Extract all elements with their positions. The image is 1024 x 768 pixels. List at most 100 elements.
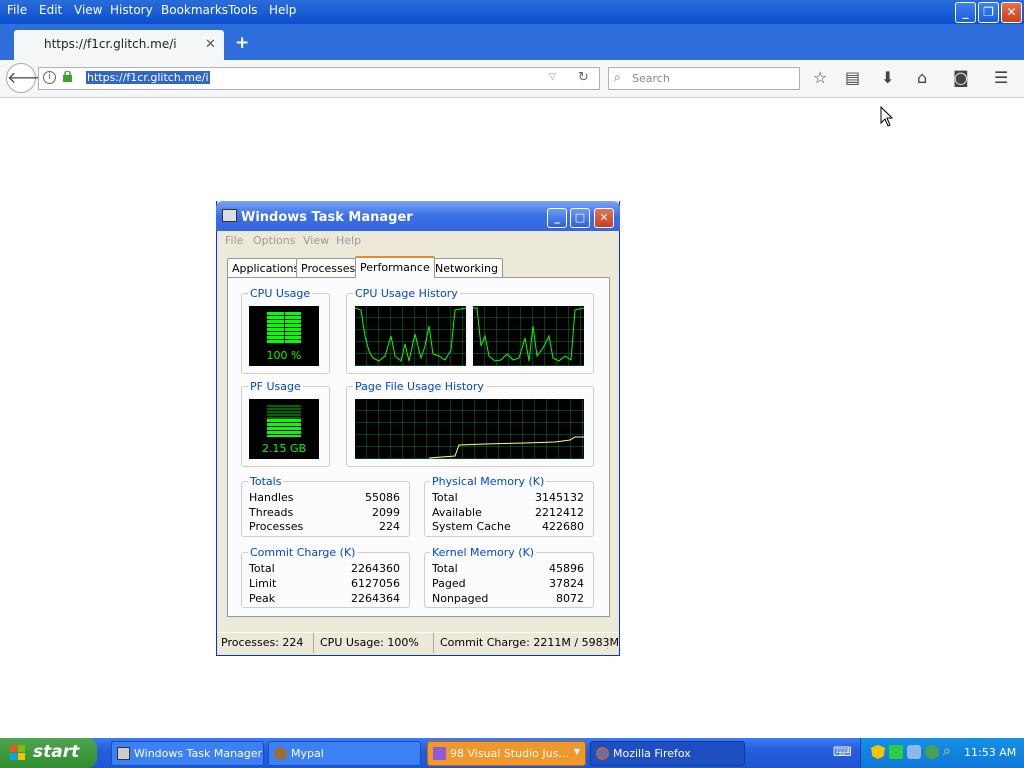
km-total-label: Total bbox=[432, 562, 458, 575]
resize-grip-icon[interactable]: ⋰ bbox=[606, 641, 615, 651]
search-input[interactable]: Search bbox=[632, 72, 670, 85]
pm-available-label: Available bbox=[432, 506, 482, 519]
visual-studio-icon bbox=[433, 747, 446, 760]
km-nonpaged-label: Nonpaged bbox=[432, 592, 489, 605]
firefox-menubar bbox=[0, 0, 1024, 24]
url-text[interactable]: https://f1cr.glitch.me/i bbox=[86, 71, 210, 84]
cpu-history-graph-1 bbox=[355, 306, 466, 366]
commit-charge-label: Commit Charge (K) bbox=[248, 546, 358, 559]
reading-list-icon[interactable]: ▤ bbox=[845, 68, 860, 87]
close-button[interactable]: ✕ bbox=[1001, 2, 1022, 23]
status-processes: Processes: 224 bbox=[221, 636, 304, 649]
tm-menu-help[interactable]: Help bbox=[336, 234, 361, 247]
cpu-usage-value: 100 % bbox=[266, 349, 302, 362]
physical-memory-label: Physical Memory (K) bbox=[430, 475, 547, 488]
km-paged-label: Paged bbox=[432, 577, 466, 590]
status-divider bbox=[313, 633, 314, 653]
cc-limit-label: Limit bbox=[249, 577, 277, 590]
taskbar-visual-studio[interactable]: 98 Visual Studio Jus... ▼ bbox=[427, 741, 586, 766]
restore-button[interactable]: ❐ bbox=[978, 2, 999, 23]
menu-edit[interactable]: Edit bbox=[39, 3, 62, 17]
status-divider bbox=[433, 633, 434, 653]
handles-value: 55086 bbox=[365, 491, 400, 504]
info-icon[interactable]: i bbox=[43, 71, 56, 84]
tab-processes[interactable]: Processes bbox=[296, 258, 361, 277]
tm-menu-file[interactable]: File bbox=[225, 234, 243, 247]
group-dropdown-icon[interactable]: ▼ bbox=[574, 747, 580, 756]
pf-usage-meter: 2.15 GB bbox=[249, 399, 319, 459]
cpu-history-graph-2 bbox=[473, 306, 584, 366]
home-icon[interactable]: ⌂ bbox=[917, 68, 927, 87]
tm-menu-view[interactable]: View bbox=[303, 234, 329, 247]
tray-app-icon[interactable] bbox=[925, 745, 939, 759]
tm-minimize-button[interactable]: _ bbox=[547, 208, 567, 228]
reload-icon[interactable]: ↻ bbox=[578, 70, 589, 85]
kernel-memory-label: Kernel Memory (K) bbox=[430, 546, 537, 559]
task-label: Windows Task Manager bbox=[134, 747, 263, 760]
minimize-button[interactable]: _ bbox=[955, 2, 976, 23]
clock[interactable]: 11:53 AM bbox=[964, 746, 1016, 759]
tab-applications[interactable]: Applications bbox=[227, 258, 305, 277]
processes-value: 224 bbox=[379, 520, 400, 533]
lock-icon bbox=[63, 71, 72, 82]
task-manager-icon bbox=[117, 747, 130, 760]
pf-history-label: Page File Usage History bbox=[353, 380, 486, 393]
tray-green-icon[interactable] bbox=[889, 745, 903, 759]
pf-history-graph bbox=[355, 399, 584, 459]
back-button[interactable]: 🡐 bbox=[6, 63, 50, 93]
firefox-icon bbox=[596, 747, 609, 760]
pm-cache-value: 422680 bbox=[542, 520, 584, 533]
menu-file[interactable]: File bbox=[7, 3, 27, 17]
tab-networking[interactable]: Networking bbox=[430, 258, 503, 277]
status-commit: Commit Charge: 2211M / 5983M bbox=[440, 636, 620, 649]
handles-label: Handles bbox=[249, 491, 294, 504]
taskbar-task-manager[interactable]: Windows Task Manager bbox=[111, 741, 264, 766]
hamburger-menu-icon[interactable]: ☰ bbox=[994, 68, 1008, 87]
cpu-usage-meter: 100 % bbox=[249, 306, 319, 366]
km-total-value: 45896 bbox=[549, 562, 584, 575]
task-manager-icon bbox=[222, 209, 237, 222]
cc-total-label: Total bbox=[249, 562, 275, 575]
cc-peak-value: 2264364 bbox=[351, 592, 400, 605]
threads-label: Threads bbox=[249, 506, 294, 519]
tm-menu-options[interactable]: Options bbox=[253, 234, 295, 247]
menu-bookmarks[interactable]: Bookmarks bbox=[161, 3, 228, 17]
km-nonpaged-value: 8072 bbox=[556, 592, 584, 605]
pm-available-value: 2212412 bbox=[535, 506, 584, 519]
task-label: 98 Visual Studio Jus... bbox=[450, 747, 569, 760]
menu-history[interactable]: History bbox=[110, 3, 153, 17]
windows-logo-icon bbox=[10, 745, 25, 760]
cc-peak-label: Peak bbox=[249, 592, 276, 605]
taskbar-firefox[interactable]: Mozilla Firefox bbox=[590, 741, 745, 766]
tm-close-button[interactable]: ✕ bbox=[594, 208, 614, 228]
pm-total-label: Total bbox=[432, 491, 458, 504]
task-label: Mozilla Firefox bbox=[613, 747, 691, 760]
threads-value: 2099 bbox=[372, 506, 400, 519]
keyboard-icon[interactable]: ⌨ bbox=[833, 745, 852, 760]
download-icon[interactable]: ⬇ bbox=[881, 68, 894, 87]
bookmark-star-icon[interactable]: ☆ bbox=[813, 68, 827, 87]
network-icon[interactable] bbox=[907, 745, 921, 759]
pm-cache-label: System Cache bbox=[432, 520, 511, 533]
menu-help[interactable]: Help bbox=[269, 3, 296, 17]
pf-usage-label: PF Usage bbox=[248, 380, 303, 393]
cc-limit-value: 6127056 bbox=[351, 577, 400, 590]
pocket-icon[interactable]: ◙ bbox=[953, 68, 969, 87]
tab-close-icon[interactable]: ✕ bbox=[205, 37, 216, 52]
task-manager-title: Windows Task Manager bbox=[241, 210, 413, 225]
tab-title: https://f1cr.glitch.me/i bbox=[44, 37, 177, 51]
cc-total-value: 2264360 bbox=[351, 562, 400, 575]
menu-view[interactable]: View bbox=[74, 3, 102, 17]
tab-performance[interactable]: Performance bbox=[355, 256, 435, 278]
mypal-icon bbox=[274, 747, 287, 760]
new-tab-button[interactable]: + bbox=[235, 33, 249, 53]
status-cpu: CPU Usage: 100% bbox=[320, 636, 419, 649]
url-dropdown-icon[interactable]: ▽ bbox=[549, 72, 556, 82]
task-label: Mypal bbox=[291, 747, 324, 760]
menu-tools[interactable]: Tools bbox=[228, 3, 258, 17]
tm-maximize-button[interactable]: □ bbox=[570, 208, 590, 228]
search-tray-icon[interactable]: ⌕ bbox=[943, 743, 951, 759]
taskbar-mypal[interactable]: Mypal bbox=[268, 741, 421, 766]
search-icon: ⌕ bbox=[614, 70, 621, 84]
pf-usage-value: 2.15 GB bbox=[261, 442, 307, 455]
